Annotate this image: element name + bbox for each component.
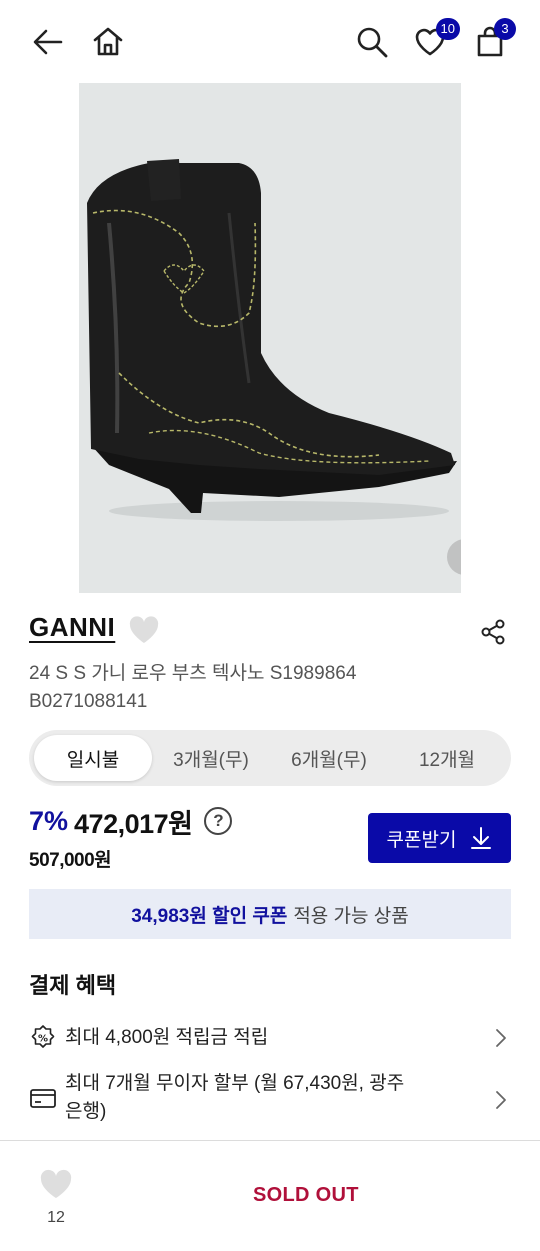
download-icon [471,827,492,849]
share-icon[interactable] [479,618,507,651]
tab-lump-sum[interactable]: 일시불 [34,735,152,781]
card-icon [29,1084,57,1112]
download-coupon-label: 쿠폰받기 [386,829,457,851]
home-icon[interactable] [88,22,128,62]
sold-out-label: SOLD OUT [253,1184,359,1206]
price-row: 7% 472,017원 ? [29,803,233,839]
price-info-icon[interactable]: ? [204,807,233,835]
benefit-installment-text: 최대 7개월 무이자 할부 (월 67,430원, 광주은행) [65,1073,405,1122]
product-image[interactable]: 1 | 4 [79,83,461,593]
coupon-amount: 34,983원 할인 쿠폰 [131,905,288,927]
tab-3-months[interactable]: 3개월(무) [152,735,270,781]
percent-badge-icon: % [29,1024,57,1052]
coupon-banner[interactable]: 34,983원 할인 쿠폰 적용 가능 상품 [29,889,511,939]
brand-row: GANNI [29,612,511,652]
wish-count: 12 [47,1209,65,1226]
back-icon[interactable] [28,22,68,62]
bottom-wish-button[interactable]: 12 [36,1168,76,1227]
wishlist-badge: 10 [435,18,460,40]
download-coupon-button[interactable]: 쿠폰받기 [368,813,511,863]
chevron-right-icon [495,1090,507,1119]
benefit-item-points[interactable]: % 최대 4,800원 적립금 적립 [29,1024,511,1052]
product-code: B0271088141 [29,691,148,712]
brand-name[interactable]: GANNI [29,612,115,642]
bottom-bar-divider [0,1140,540,1141]
original-price: 507,000원 [29,850,112,871]
wishlist-button[interactable]: 10 [410,18,460,62]
installment-tabs: 일시불 3개월(무) 6개월(무) 12개월 [29,730,511,786]
sale-price: 472,017원 [74,808,193,839]
svg-text:%: % [38,1034,48,1045]
cart-badge: 3 [494,18,516,40]
coupon-banner-text: 적용 가능 상품 [293,905,409,927]
boot-illustration [87,159,457,521]
chevron-right-icon [495,1028,507,1057]
cart-button[interactable]: 3 [470,18,516,62]
discount-rate: 7% [29,805,69,836]
tab-12-months[interactable]: 12개월 [388,735,506,781]
top-bar: 10 3 [0,0,540,84]
benefit-points-text: 최대 4,800원 적립금 적립 [65,1027,269,1048]
product-title-line1: 24 S S 가니 로우 부츠 텍사노 S1989864 [29,663,357,684]
benefits-title: 결제 혜택 [29,973,117,998]
product-title: 24 S S 가니 로우 부츠 텍사노 S1989864 B0271088141 [29,660,469,716]
heart-icon [40,1169,72,1198]
search-icon[interactable] [352,22,392,62]
tab-6-months[interactable]: 6개월(무) [270,735,388,781]
benefit-item-installment[interactable]: 최대 7개월 무이자 할부 (월 67,430원, 광주은행) [29,1070,511,1126]
brand-like-heart-icon[interactable] [127,614,161,651]
